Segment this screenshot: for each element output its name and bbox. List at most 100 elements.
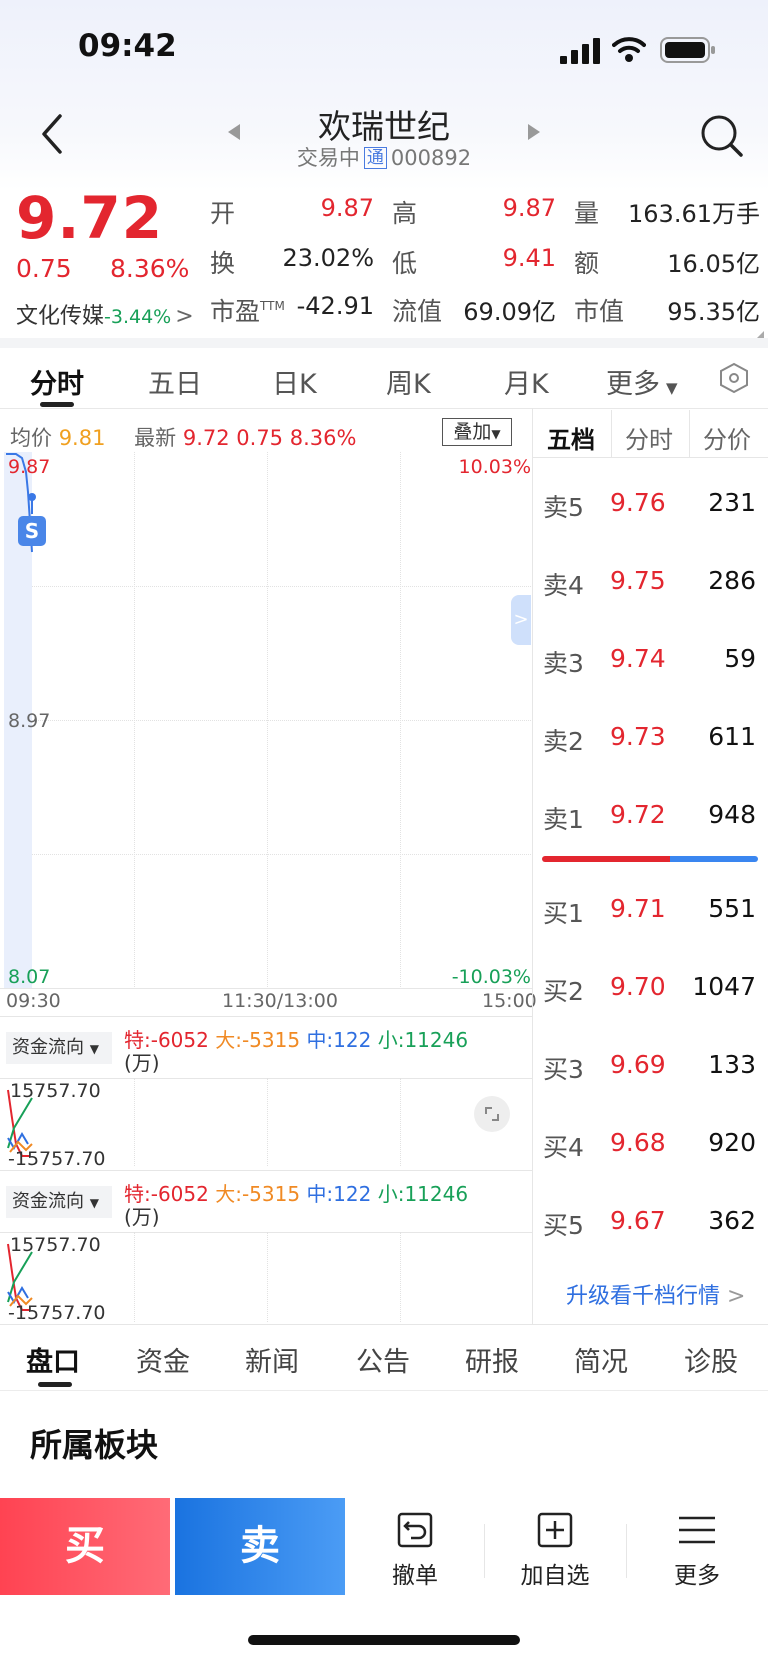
fund-flow-min: -15757.70 [8,1148,106,1170]
tab-announcements[interactable]: 公告 [356,1340,410,1379]
ask-label: 卖4 [543,571,584,600]
quote-value: 9.41 [502,244,556,272]
fullscreen-button[interactable] [474,1096,510,1132]
pct-axis-top: 10.03% [458,456,531,478]
quote-value: 95.35亿 [667,298,760,326]
stock-code: 000892 [390,146,472,170]
time-start: 09:30 [6,990,61,1012]
ask-volume: 611 [708,722,756,751]
hexagon-settings-icon[interactable] [718,362,750,398]
intraday-chart[interactable]: S 9.87 8.97 8.07 10.03% -10.03% > [4,452,531,989]
quote-label: 市盈TTM [210,297,285,326]
panel-divider [0,1016,532,1017]
tab-five-levels[interactable]: 五档 [547,420,595,455]
menu-icon [679,1516,715,1544]
tab-five-day[interactable]: 五日 [148,362,202,401]
triangle-down-icon: ▼ [666,379,678,397]
stock-name: 欢瑞世纪 [318,107,450,146]
bid-label: 买3 [543,1055,584,1084]
fund-flow-max: 15757.70 [10,1080,101,1102]
home-indicator [248,1635,520,1645]
sell-button[interactable]: 卖 [175,1498,345,1595]
toolbar-divider [484,1524,485,1578]
tab-news[interactable]: 新闻 [245,1340,299,1379]
active-tab-indicator [38,1382,72,1387]
overlay-button[interactable]: 叠加▼ [442,418,512,446]
buy-button[interactable]: 买 [0,1498,170,1595]
ask-label: 卖5 [543,493,584,522]
bid-label: 买1 [543,899,584,928]
fund-flow-selector[interactable]: 资金流向 ▼ [6,1186,112,1218]
quote-value: 69.09亿 [463,298,556,326]
section-divider [0,338,768,348]
section-title: 所属板块 [30,1426,159,1464]
add-watchlist-button[interactable]: 加自选 [500,1510,610,1590]
fund-flow-unit: (万) [124,1205,160,1229]
connect-badge: 通 [363,147,387,169]
fund-flow-min: -15757.70 [8,1302,106,1324]
tab-weekly-k[interactable]: 周K [386,362,431,401]
price-change-pct: 8.36% [110,254,190,283]
quote-label: 流值 [392,297,443,326]
trading-status: 交易中 [296,146,360,170]
bid-label: 买4 [543,1133,584,1162]
tab-intraday[interactable]: 分时 [30,362,84,401]
tab-profile[interactable]: 简况 [574,1340,628,1379]
sell-ratio-bar [542,856,670,862]
ask-volume: 59 [724,644,756,673]
expand-panel-handle[interactable]: > [511,595,531,645]
search-icon[interactable] [700,114,744,162]
tab-more[interactable]: 更多 ▼ [606,362,678,401]
upgrade-depth-link[interactable]: 升级看千档行情 > [566,1278,745,1310]
price-change: 0.75 [16,254,72,283]
battery-icon [660,36,716,68]
chart-bottom-border [0,988,532,989]
y-axis-top: 9.87 [8,456,51,478]
tab-price-dist[interactable]: 分价 [703,420,751,455]
cancel-order-button[interactable]: 撤单 [360,1510,470,1590]
y-axis-mid: 8.97 [8,710,51,732]
active-tab-indicator [40,402,74,407]
quote-label: 换 [210,249,236,278]
quote-value: 16.05亿 [667,250,760,278]
quote-value: 23.02% [282,244,374,272]
undo-icon [397,1512,433,1548]
tabs-divider [0,408,768,409]
panel-divider [0,1170,532,1171]
chart-legend: 均价 9.81 最新 9.72 0.75 8.36% [10,426,357,450]
quote-label: 低 [392,249,418,278]
triangle-down-icon: ▼ [89,1042,99,1056]
chevron-right-icon: > [727,1284,746,1309]
ask-volume: 231 [708,488,756,517]
bid-label: 买2 [543,977,584,1006]
sell-signal-marker[interactable]: S [18,516,46,546]
quote-label: 额 [574,249,600,278]
more-button[interactable]: 更多 [642,1510,752,1590]
tab-research[interactable]: 研报 [465,1340,519,1379]
orderbook-divider [532,408,533,1324]
signal-icon [560,38,602,68]
tab-funds[interactable]: 资金 [136,1340,190,1379]
quote-label: 高 [392,199,418,228]
quote-value: 9.87 [320,194,374,222]
ask-volume: 948 [708,800,756,829]
quote-value: 9.87 [502,194,556,222]
bid-volume: 133 [708,1050,756,1079]
status-time: 09:42 [78,28,177,64]
section-divider [0,1324,768,1325]
tab-ticks[interactable]: 分时 [625,420,673,455]
tab-order-book[interactable]: 盘口 [26,1340,80,1379]
fund-flow-legend: 特:-6052 大:-5315 中:122 小:11246 [124,1028,469,1052]
sector-link[interactable]: 文化传媒-3.44% > [16,298,194,330]
tab-diagnosis[interactable]: 诊股 [684,1340,738,1379]
triangle-down-icon: ▼ [491,427,501,441]
section-divider [0,1390,768,1391]
avg-price: 9.81 [58,426,106,450]
tab-daily-k[interactable]: 日K [272,362,317,401]
fullscreen-icon [485,1107,499,1121]
wifi-icon [612,36,646,68]
fund-flow-selector[interactable]: 资金流向 ▼ [6,1032,112,1064]
bid-volume: 362 [708,1206,756,1235]
add-square-icon [537,1512,573,1548]
tab-monthly-k[interactable]: 月K [504,362,549,401]
